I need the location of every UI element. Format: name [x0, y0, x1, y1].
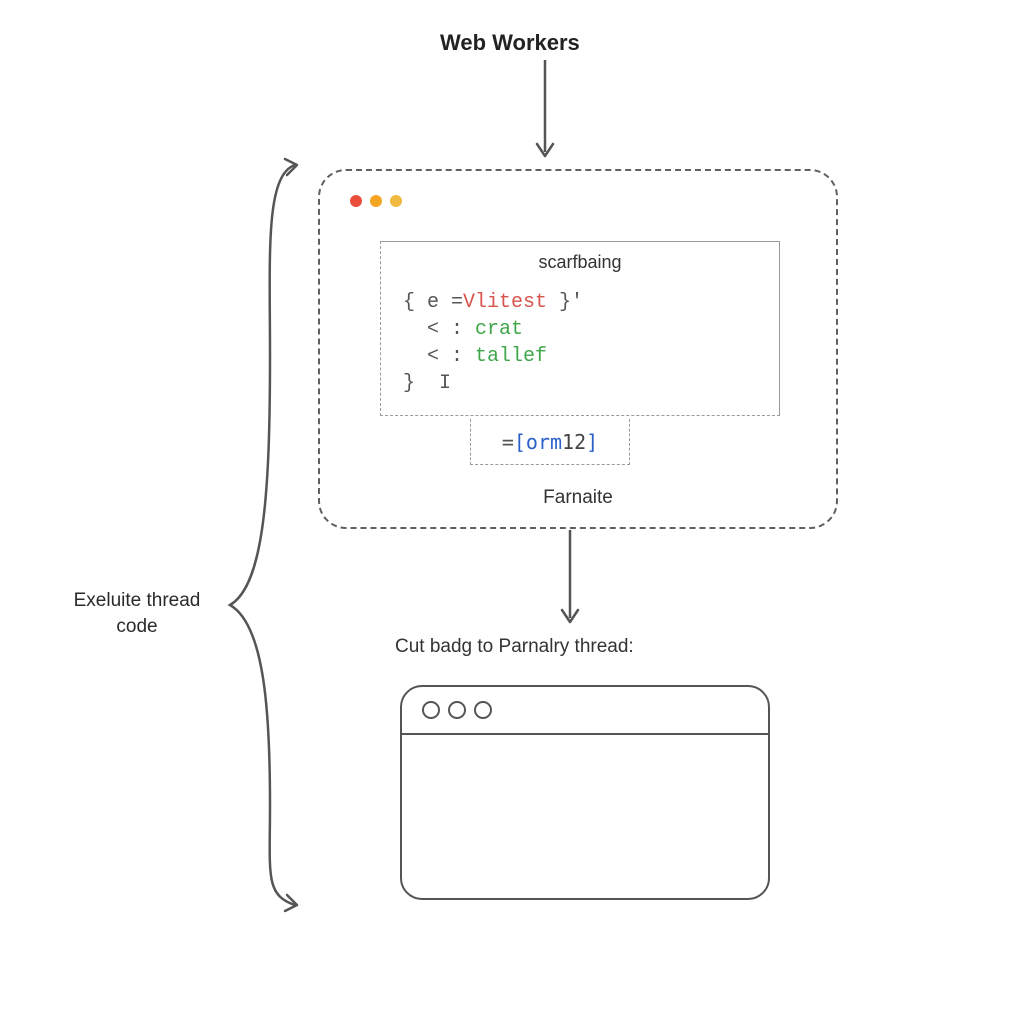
window-control-icon [474, 701, 492, 719]
code-token: [ [514, 430, 526, 454]
left-label-line: code [116, 616, 157, 637]
code-block: { e =Vlitest }' < : crat < : tallef } I [403, 289, 779, 397]
code-token: }' [547, 291, 583, 314]
code-panel-heading: scarfbaing [381, 252, 779, 273]
window-control-icon [448, 701, 466, 719]
curly-brace-icon [215, 155, 315, 915]
code-token: crat [475, 318, 523, 341]
code-token: = [502, 430, 514, 454]
code-token: < : [403, 318, 475, 341]
code-token: ] [586, 430, 598, 454]
code-token: } I [403, 372, 451, 395]
code-token: Vlitest [463, 291, 547, 314]
arrow-down-icon [535, 60, 555, 165]
traffic-dot-yellow [390, 195, 402, 207]
left-group-label: Exeluite thread code [62, 588, 212, 639]
browser-titlebar [402, 687, 768, 735]
return-label: Cut badg to Parnalry thread: [395, 636, 634, 658]
code-token: 12 [562, 430, 586, 454]
worker-container: scarfbaing { e =Vlitest }' < : crat < : … [318, 169, 838, 529]
code-token: orm [526, 430, 562, 454]
code-token: < : [403, 345, 475, 368]
traffic-dot-red [350, 195, 362, 207]
window-traffic-lights [350, 195, 402, 207]
left-label-line: Exeluite thread [74, 590, 201, 611]
worker-bottom-label: Farnaite [320, 487, 836, 509]
window-control-icon [422, 701, 440, 719]
diagram-title: Web Workers [440, 30, 580, 56]
traffic-dot-orange [370, 195, 382, 207]
main-thread-window [400, 685, 770, 900]
code-token: tallef [475, 345, 547, 368]
orm-tag: = [ orm 12 ] [470, 419, 630, 465]
code-panel: scarfbaing { e =Vlitest }' < : crat < : … [380, 241, 780, 416]
arrow-down-icon [560, 530, 580, 630]
code-token: { e = [403, 291, 463, 314]
